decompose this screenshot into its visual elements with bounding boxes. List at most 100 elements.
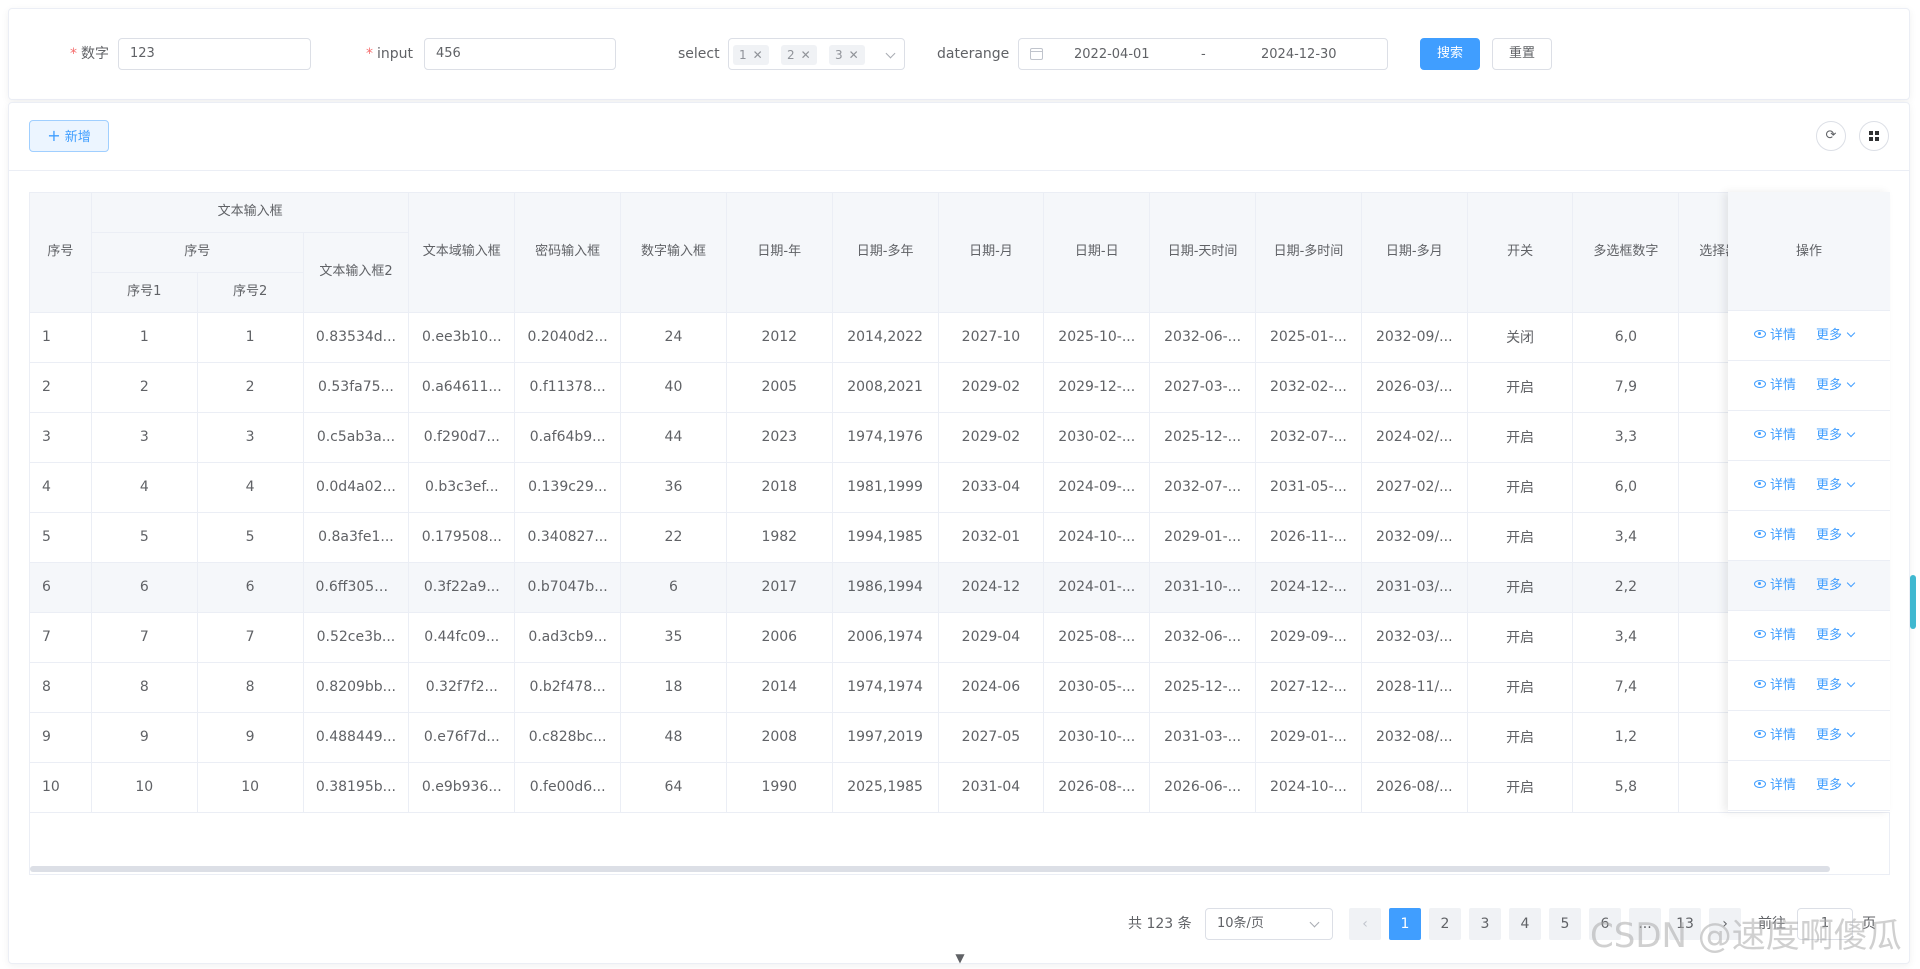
reset-button[interactable]: 重置 (1492, 38, 1552, 70)
daterange-start[interactable]: 2022-04-01 (1074, 46, 1150, 64)
more-dropdown[interactable]: 更多 (1816, 677, 1856, 695)
table-row: 6 6 6 0.6ff3056... 0.3f22a9... 0.b7047b... 6 20… (30, 562, 1889, 613)
table-cell: 6 (30, 562, 92, 613)
detail-link[interactable]: 详情 (1754, 577, 1796, 595)
more-dropdown[interactable]: 更多 (1816, 377, 1856, 395)
detail-link[interactable]: 详情 (1754, 377, 1796, 395)
select-tag: 2 ✕ (781, 45, 817, 65)
chevron-down-icon (1846, 428, 1856, 438)
table-cell: 7 (30, 612, 92, 663)
table-cell: 2031-04 (938, 762, 1045, 813)
table-cell: 0.ad3cb9... (514, 612, 622, 663)
col-header-password: 密码输入框 (514, 193, 622, 313)
input-field-label: * input (366, 46, 414, 62)
page-1[interactable]: 1 (1389, 908, 1421, 940)
table-cell: 开启 (1467, 662, 1574, 713)
page-5[interactable]: 5 (1549, 908, 1581, 940)
eye-icon (1754, 480, 1766, 488)
prev-page-button[interactable]: ‹ (1349, 908, 1381, 940)
table-cell: 4 (30, 462, 92, 513)
tag-close-icon[interactable]: ✕ (849, 48, 859, 62)
detail-link[interactable]: 详情 (1754, 627, 1796, 645)
table-cell: 2031-03-... (1149, 712, 1256, 763)
horizontal-scrollbar[interactable] (30, 866, 1830, 872)
toolbar-divider (9, 170, 1909, 171)
table-cell: 2006 (726, 612, 833, 663)
table-cell: 8 (91, 662, 198, 713)
table-cell: 2029-04 (938, 612, 1045, 663)
page-2[interactable]: 2 (1429, 908, 1461, 940)
add-button[interactable]: + 新增 (29, 120, 109, 152)
caret-down-icon[interactable]: ▼ (952, 951, 968, 965)
more-dropdown[interactable]: 更多 (1816, 477, 1856, 495)
table-cell: 2032-07-... (1149, 462, 1256, 513)
table-cell: 开启 (1467, 412, 1574, 463)
page-4[interactable]: 4 (1509, 908, 1541, 940)
table-cell: 10 (91, 762, 198, 813)
table-cell: 7 (91, 612, 198, 663)
chevron-down-icon (1846, 478, 1856, 488)
more-dropdown[interactable]: 更多 (1816, 527, 1856, 545)
table-cell: 2032-07-... (1255, 412, 1362, 463)
tag-close-icon[interactable]: ✕ (801, 48, 811, 62)
more-dropdown[interactable]: 更多 (1816, 627, 1856, 645)
action-row: 详情 更多 (1728, 411, 1890, 461)
more-dropdown[interactable]: 更多 (1816, 327, 1856, 345)
table-cell: 0.a64611... (408, 362, 516, 413)
number-input[interactable]: 123 (118, 38, 311, 70)
detail-link[interactable]: 详情 (1754, 427, 1796, 445)
detail-link[interactable]: 详情 (1754, 677, 1796, 695)
eye-icon (1754, 530, 1766, 538)
table-cell: 0.8209bb... (303, 662, 410, 713)
select-tag: 1 ✕ (733, 45, 769, 65)
page-3[interactable]: 3 (1469, 908, 1501, 940)
table-cell: 2027-03-... (1149, 362, 1256, 413)
col-header-years: 日期-多年 (832, 193, 939, 313)
input-field[interactable]: 456 (424, 38, 616, 70)
table-cell: 44 (620, 412, 727, 463)
chevron-down-icon (1846, 578, 1856, 588)
action-row: 详情 更多 (1728, 711, 1890, 761)
table-cell: 2029-02 (938, 362, 1045, 413)
more-dropdown[interactable]: 更多 (1816, 727, 1856, 745)
group-header-index: 序号 (91, 232, 304, 273)
table-cell: 2032-09/... (1361, 512, 1468, 563)
table-row: 3 3 3 0.c5ab3a... 0.f290d7... 0.af64b9... 44 20… (30, 412, 1889, 463)
table-cell: 2017 (726, 562, 833, 613)
eye-icon (1754, 780, 1766, 788)
table-cell: 8 (30, 662, 92, 713)
action-row: 详情 更多 (1728, 761, 1890, 811)
tag-close-icon[interactable]: ✕ (753, 48, 763, 62)
table-cell: 2029-12-... (1043, 362, 1151, 413)
table-cell: 2024-06 (938, 662, 1045, 713)
detail-link[interactable]: 详情 (1754, 477, 1796, 495)
table-cell: 2031-10-... (1149, 562, 1256, 613)
more-dropdown[interactable]: 更多 (1816, 427, 1856, 445)
refresh-button[interactable]: ⟳ (1816, 121, 1846, 151)
col-header-number: 数字输入框 (620, 193, 727, 313)
detail-link[interactable]: 详情 (1754, 727, 1796, 745)
daterange-label: daterange (937, 46, 1010, 62)
table-cell: 7 (197, 612, 304, 663)
column-settings-button[interactable] (1859, 121, 1889, 151)
vertical-scrollbar[interactable] (1910, 575, 1916, 629)
daterange-end[interactable]: 2024-12-30 (1261, 46, 1337, 64)
search-button[interactable]: 搜索 (1420, 38, 1480, 70)
detail-link[interactable]: 详情 (1754, 327, 1796, 345)
table-row: 5 5 5 0.8a3fe1... 0.179508... 0.340827... 22 19… (30, 512, 1889, 563)
table-cell: 3 (91, 412, 198, 463)
more-dropdown[interactable]: 更多 (1816, 577, 1856, 595)
table-cell: 1986,1994 (832, 562, 939, 613)
table-cell: 4 (197, 462, 304, 513)
daterange-picker[interactable]: 2022-04-01 - 2024-12-30 (1018, 38, 1388, 70)
table-cell: 2029-02 (938, 412, 1045, 463)
col-header-checkbox-num: 多选框数字 (1572, 193, 1680, 313)
table-cell: 2032-06-... (1149, 612, 1256, 663)
page-size-select[interactable]: 10条/页 (1205, 908, 1333, 940)
detail-link[interactable]: 详情 (1754, 527, 1796, 545)
multi-select[interactable]: 1 ✕ 2 ✕ 3 ✕ (728, 38, 905, 70)
watermark: CSDN @速度啊傻瓜 (1590, 916, 1902, 956)
more-dropdown[interactable]: 更多 (1816, 777, 1856, 795)
table-cell: 6,0 (1572, 312, 1680, 363)
detail-link[interactable]: 详情 (1754, 777, 1796, 795)
